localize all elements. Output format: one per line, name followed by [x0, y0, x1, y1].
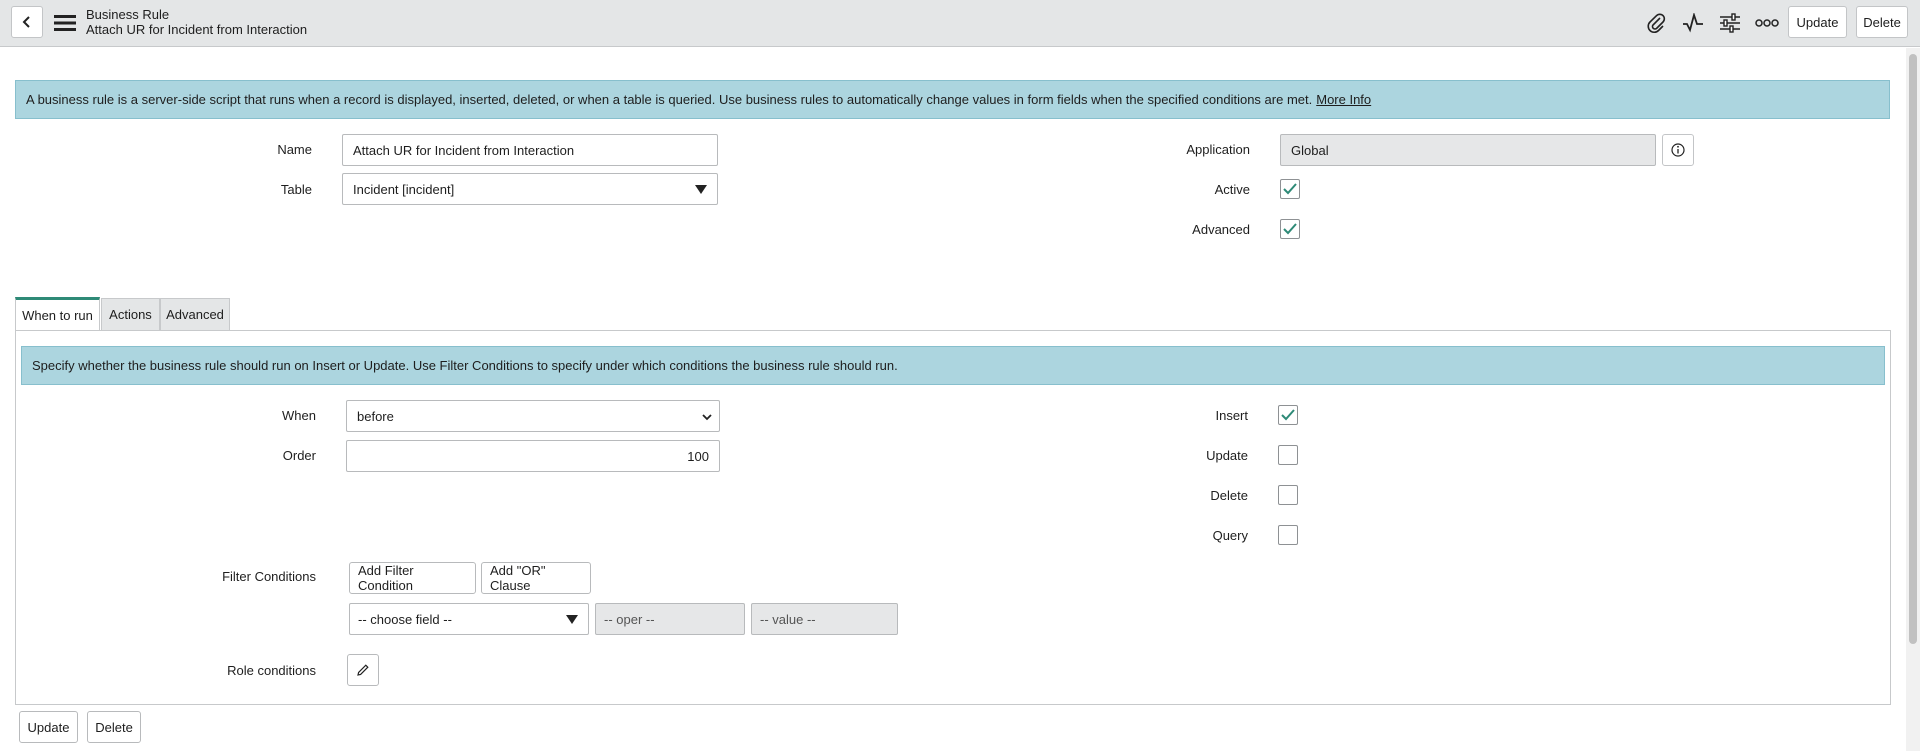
when-value: before: [357, 408, 394, 424]
check-icon: [1281, 409, 1295, 421]
info-banner-text: A business rule is a server-side script …: [26, 92, 1313, 107]
update-label: Update: [1206, 448, 1248, 463]
active-label: Active: [1214, 182, 1250, 197]
add-filter-condition-button[interactable]: Add Filter Condition: [349, 562, 476, 594]
tab-panel-when-to-run: [15, 330, 1891, 705]
info-icon: [1671, 143, 1685, 157]
role-conditions-label: Role conditions: [227, 663, 316, 678]
footer-update-button[interactable]: Update: [19, 711, 78, 743]
choose-field-value: -- choose field --: [358, 611, 452, 627]
order-input[interactable]: 100: [346, 440, 720, 472]
oper-select: -- oper --: [595, 603, 745, 635]
order-label: Order: [282, 448, 316, 463]
when-label: When: [282, 408, 316, 423]
menu-icon[interactable]: [54, 15, 76, 34]
when-to-run-banner: Specify whether the business rule should…: [21, 346, 1885, 385]
back-icon: [22, 16, 30, 28]
delete-label: Delete: [1210, 488, 1248, 503]
when-select[interactable]: before: [346, 400, 720, 432]
footer-delete-button[interactable]: Delete: [87, 711, 141, 743]
add-or-clause-button[interactable]: Add "OR" Clause: [481, 562, 591, 594]
when-to-run-banner-text: Specify whether the business rule should…: [32, 358, 898, 373]
name-label: Name: [277, 142, 312, 157]
info-banner: A business rule is a server-side script …: [15, 80, 1890, 119]
tab-advanced[interactable]: Advanced: [160, 298, 230, 330]
query-label: Query: [1212, 528, 1248, 543]
insert-checkbox[interactable]: [1278, 405, 1298, 425]
form-header: Business Rule Attach UR for Incident fro…: [0, 0, 1920, 47]
update-checkbox[interactable]: [1278, 445, 1298, 465]
table-select[interactable]: Incident [incident]: [342, 173, 718, 205]
tab-when-to-run[interactable]: When to run: [15, 297, 100, 330]
chevron-down-icon: [702, 414, 712, 421]
sliders-icon[interactable]: [1717, 11, 1743, 35]
vertical-scrollbar[interactable]: [1906, 48, 1920, 751]
activity-icon[interactable]: [1680, 11, 1706, 35]
application-field: Global: [1280, 134, 1656, 166]
more-info-link[interactable]: More Info: [1316, 92, 1371, 107]
application-info-button[interactable]: [1662, 134, 1694, 166]
caret-down-icon: [566, 615, 578, 624]
check-icon: [1283, 223, 1297, 235]
table-label: Table: [280, 182, 312, 197]
table-value: Incident [incident]: [353, 181, 455, 197]
record-name: Attach UR for Incident from Interaction: [86, 22, 308, 37]
choose-field-select[interactable]: -- choose field --: [349, 603, 589, 635]
caret-down-icon: [695, 185, 707, 194]
back-button[interactable]: [11, 6, 43, 38]
more-icon[interactable]: [1754, 11, 1780, 35]
check-icon: [1283, 183, 1297, 195]
paperclip-icon[interactable]: [1643, 11, 1669, 35]
record-titles: Business Rule Attach UR for Incident fro…: [86, 7, 307, 37]
query-checkbox[interactable]: [1278, 525, 1298, 545]
advanced-label: Advanced: [1192, 222, 1250, 237]
delete-checkbox[interactable]: [1278, 485, 1298, 505]
tab-actions[interactable]: Actions: [101, 298, 160, 330]
record-type: Business Rule: [86, 7, 170, 22]
filter-conditions-label: Filter Conditions: [222, 569, 316, 584]
advanced-checkbox[interactable]: [1280, 219, 1300, 239]
scrollbar-thumb[interactable]: [1909, 54, 1917, 644]
header-delete-button[interactable]: Delete: [1856, 6, 1908, 38]
value-field: -- value --: [751, 603, 898, 635]
insert-label: Insert: [1215, 408, 1248, 423]
pencil-icon: [357, 664, 369, 676]
active-checkbox[interactable]: [1280, 179, 1300, 199]
header-update-button[interactable]: Update: [1788, 6, 1847, 38]
name-input[interactable]: Attach UR for Incident from Interaction: [342, 134, 718, 166]
edit-role-conditions-button[interactable]: [347, 654, 379, 686]
application-label: Application: [1186, 142, 1250, 157]
